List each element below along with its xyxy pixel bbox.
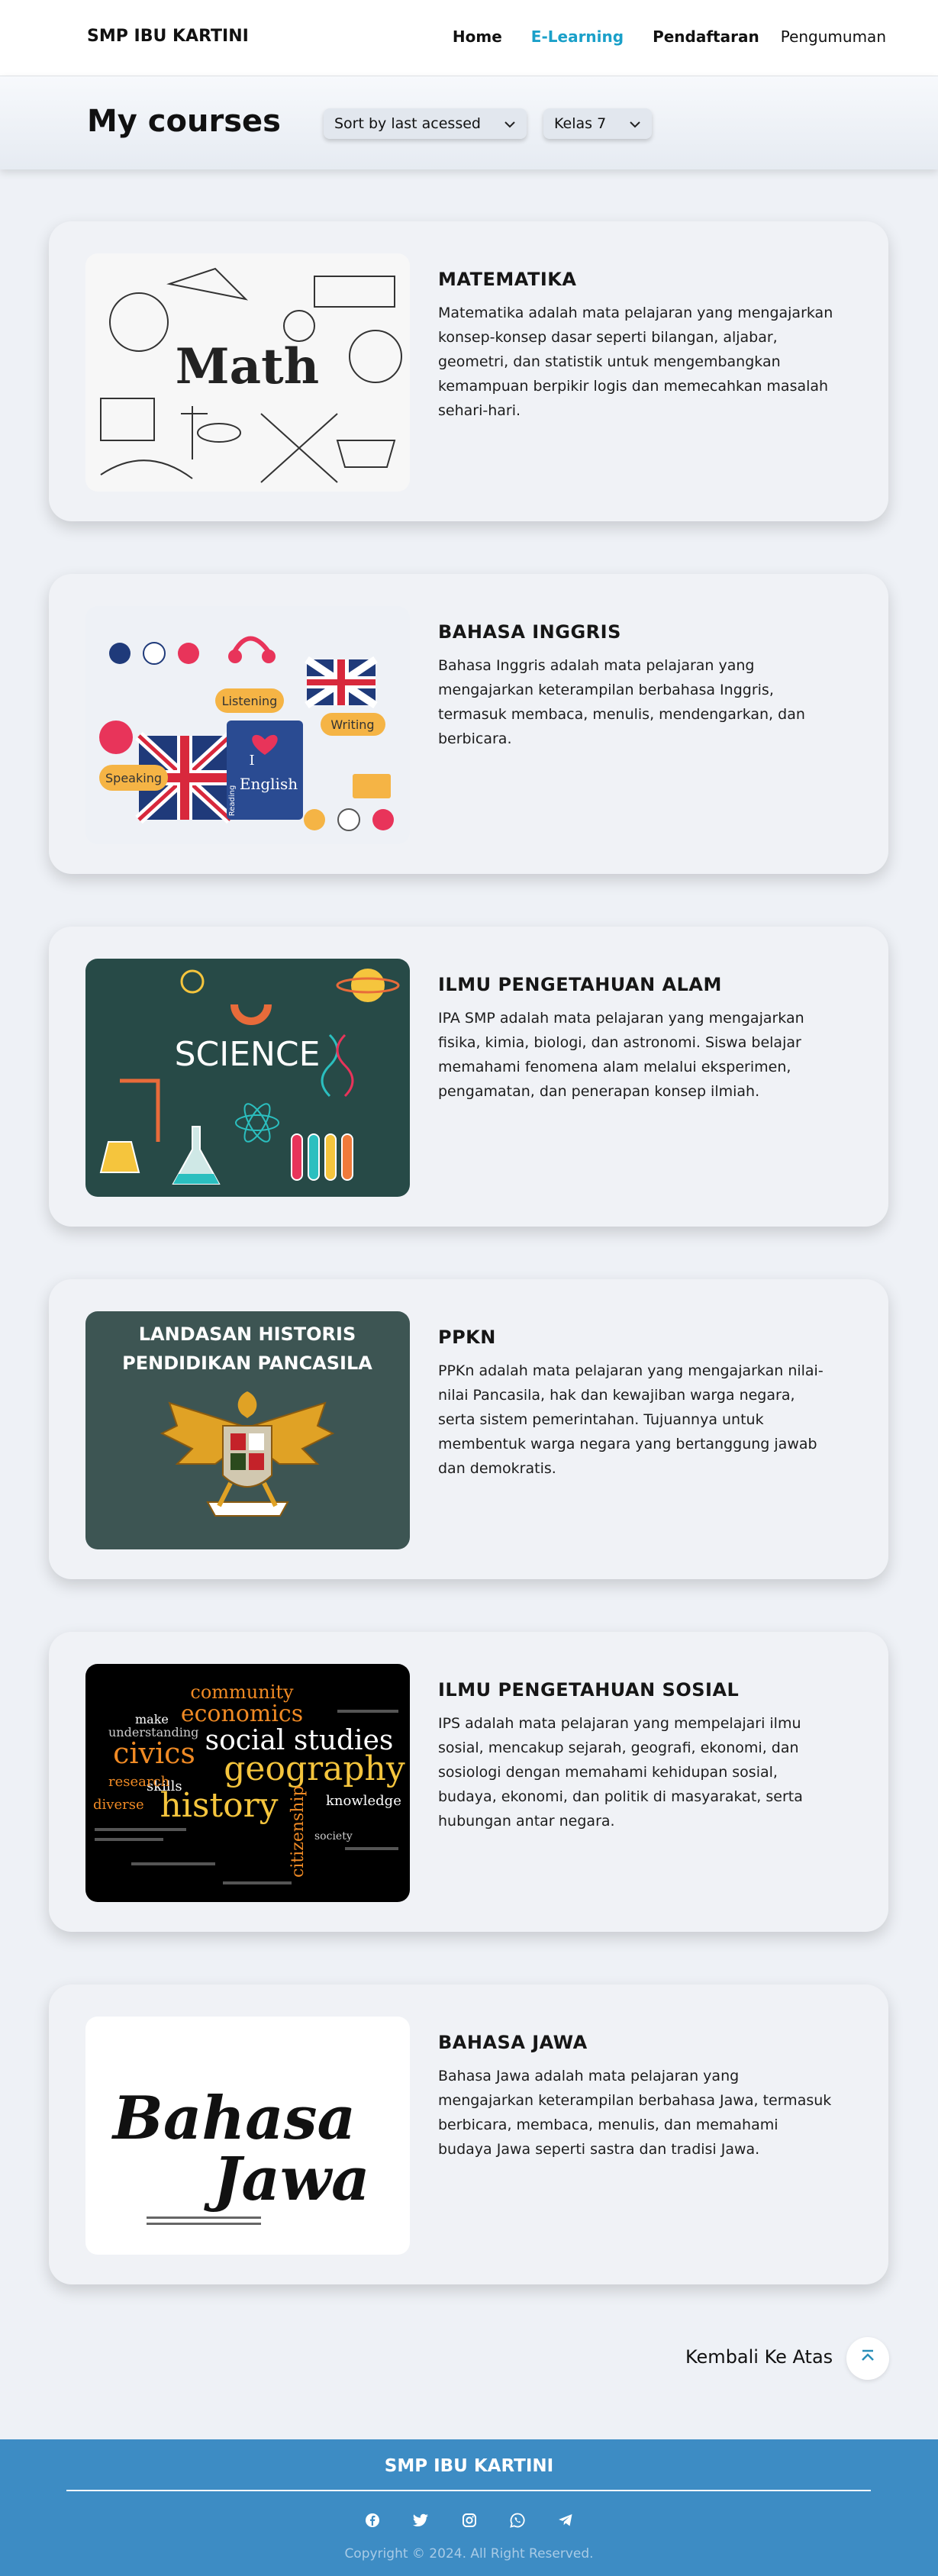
course-description: IPS adalah mata pelajaran yang mempelaja… (438, 1715, 803, 1830)
course-card-bahasa-inggris[interactable]: Listening Writing Speaking I English Rea… (49, 574, 888, 874)
label-writing: Writing (330, 717, 374, 732)
instagram-icon[interactable] (456, 2507, 483, 2534)
nav-link-home[interactable]: Home (453, 27, 502, 46)
telegram-icon[interactable] (552, 2507, 579, 2534)
word-research: research (108, 1774, 170, 1790)
course-title[interactable]: ILMU PENGETAHUAN ALAM (438, 974, 722, 995)
word-society: society (314, 1830, 353, 1843)
label-reading: Reading (228, 785, 237, 817)
footer-brand: SMP IBU KARTINI (384, 2456, 554, 2476)
course-card-ips[interactable]: community economics social studies civic… (49, 1632, 888, 1932)
label-speaking: Speaking (105, 771, 162, 785)
chevron-down-icon (629, 117, 641, 131)
course-title[interactable]: MATEMATIKA (438, 269, 576, 290)
sort-dropdown-value: Sort by last acessed (334, 115, 481, 132)
word-make: make (135, 1712, 169, 1726)
sort-dropdown[interactable]: Sort by last acessed (324, 108, 527, 139)
facebook-icon[interactable] (359, 2507, 386, 2534)
page-title: My courses (87, 104, 281, 139)
class-dropdown-value: Kelas 7 (554, 115, 607, 132)
footer-divider (66, 2490, 871, 2491)
twitter-icon[interactable] (407, 2507, 434, 2534)
word-citizenship: citizenship (288, 1785, 308, 1878)
course-description: PPKn adalah mata pelajaran yang mengajar… (438, 1362, 824, 1477)
chevron-up-double-icon (859, 2348, 877, 2369)
course-image-ips: community economics social studies civic… (85, 1664, 410, 1902)
course-card-ipa[interactable]: SCIENCE ILMU PENGETAHUAN ALAM IPA SMP ad… (49, 927, 888, 1227)
course-title[interactable]: PPKN (438, 1327, 496, 1348)
social-links (359, 2507, 579, 2534)
course-title[interactable]: ILMU PENGETAHUAN SOSIAL (438, 1679, 739, 1701)
course-title[interactable]: BAHASA INGGRIS (438, 621, 621, 643)
course-description: IPA SMP adalah mata pelajaran yang menga… (438, 1010, 804, 1100)
nav-link-elearning[interactable]: E-Learning (531, 27, 624, 46)
course-card-bahasa-jawa[interactable]: Bahasa Jawa BAHASA JAWA Bahasa Jawa adal… (49, 1984, 888, 2284)
course-image-ipa: SCIENCE (85, 959, 410, 1197)
chevron-down-icon (504, 117, 516, 131)
back-to-top-label[interactable]: Kembali Ke Atas (685, 2346, 833, 2368)
back-to-top-button[interactable] (846, 2337, 889, 2380)
course-image-ppkn: LANDASAN HISTORIS PENDIDIKAN PANCASILA (85, 1311, 410, 1549)
jawa-image-line-2: Jawa (203, 2145, 369, 2214)
footer: SMP IBU KARTINI Copyright © 2024. All Ri… (0, 2439, 938, 2576)
label-listening: Listening (222, 694, 278, 708)
course-card-ppkn[interactable]: LANDASAN HISTORIS PENDIDIKAN PANCASILA P… (49, 1279, 888, 1579)
label-english: English (240, 775, 298, 793)
course-title[interactable]: BAHASA JAWA (438, 2032, 588, 2053)
nav-links: Home E-Learning Pendaftaran Pengumuman (424, 27, 886, 46)
navbar: SMP IBU KARTINI Home E-Learning Pendafta… (0, 0, 938, 76)
course-card-matematika[interactable]: Math MATEMATIKA Matematika adalah mata p… (49, 221, 888, 521)
brand-logo[interactable]: SMP IBU KARTINI (87, 27, 249, 46)
word-understanding: understanding (108, 1725, 198, 1739)
label-i: I (249, 753, 254, 769)
word-knowledge: knowledge (326, 1793, 401, 1809)
word-civics: civics (113, 1736, 195, 1770)
math-image-text: Math (176, 338, 319, 395)
whatsapp-icon[interactable] (504, 2507, 531, 2534)
nav-link-pengumuman[interactable]: Pengumuman (781, 27, 886, 46)
nav-link-pendaftaran[interactable]: Pendaftaran (653, 27, 759, 46)
course-image-bahasa-jawa: Bahasa Jawa (85, 2017, 410, 2255)
courses-header: My courses Sort by last acessed Kelas 7 (0, 76, 938, 169)
word-diverse: diverse (93, 1797, 144, 1813)
course-description: Bahasa Jawa adalah mata pelajaran yang m… (438, 2068, 832, 2158)
word-geography: geography (224, 1749, 405, 1788)
course-description: Matematika adalah mata pelajaran yang me… (438, 305, 833, 419)
course-image-matematika: Math (85, 253, 410, 492)
ppkn-image-line-1: LANDASAN HISTORIS (139, 1323, 356, 1345)
science-image-text: SCIENCE (175, 1035, 321, 1074)
word-community: community (190, 1681, 294, 1703)
course-image-bahasa-inggris: Listening Writing Speaking I English Rea… (85, 606, 410, 844)
ppkn-image-line-2: PENDIDIKAN PANCASILA (122, 1352, 372, 1374)
word-economics: economics (181, 1701, 303, 1727)
copyright-text: Copyright © 2024. All Right Reserved. (344, 2546, 594, 2561)
class-dropdown[interactable]: Kelas 7 (543, 108, 652, 139)
jawa-image-line-1: Bahasa (111, 2084, 356, 2153)
course-description: Bahasa Inggris adalah mata pelajaran yan… (438, 657, 805, 747)
